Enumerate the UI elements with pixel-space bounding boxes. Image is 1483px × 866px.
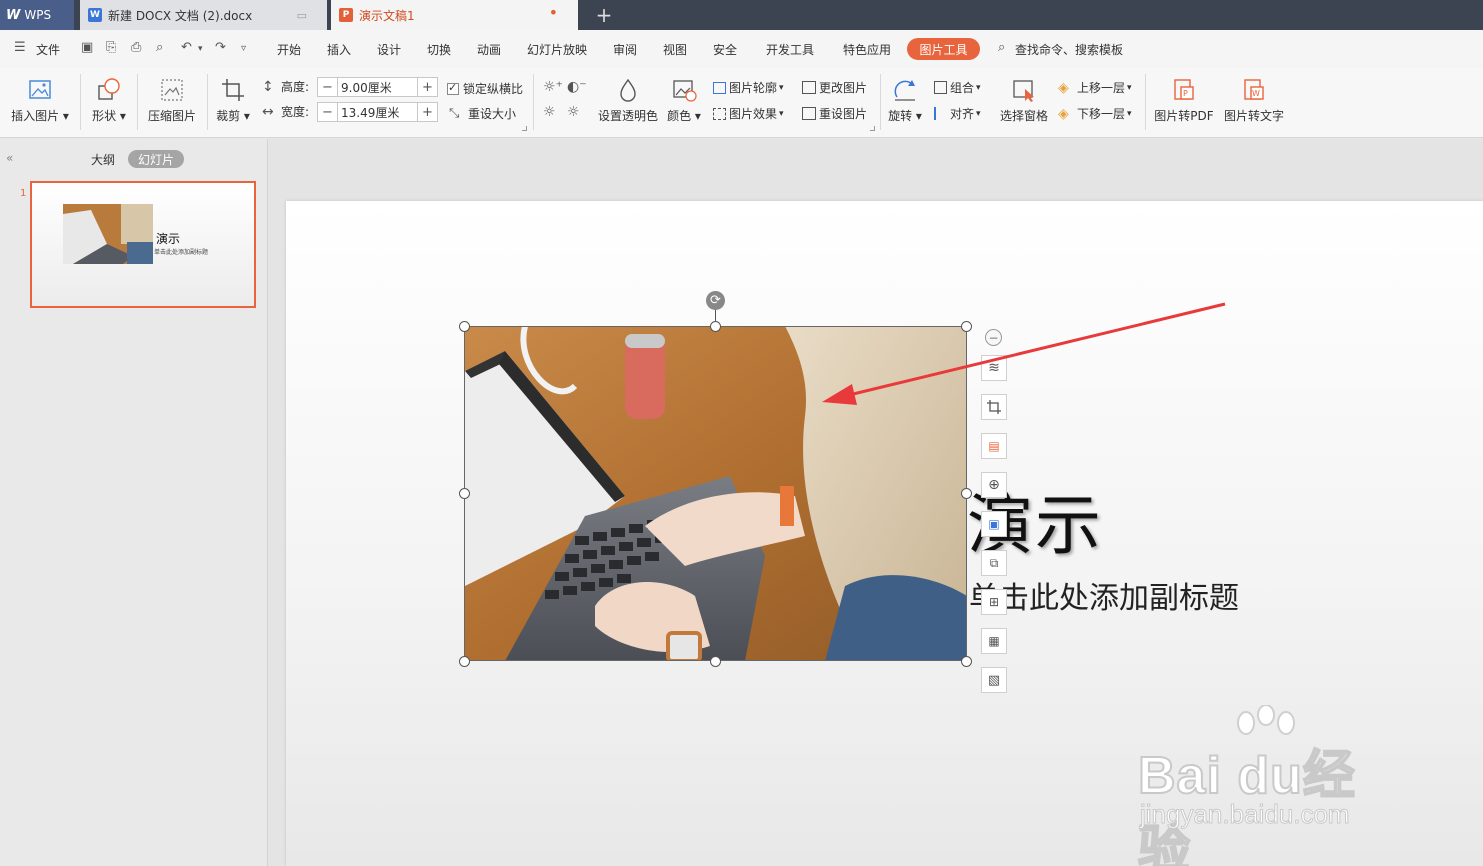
watermark-url: jingyan.baidu.com [1140, 799, 1351, 830]
baidu-watermark: Bai du经验 jingyan.baidu.com [1137, 705, 1408, 866]
